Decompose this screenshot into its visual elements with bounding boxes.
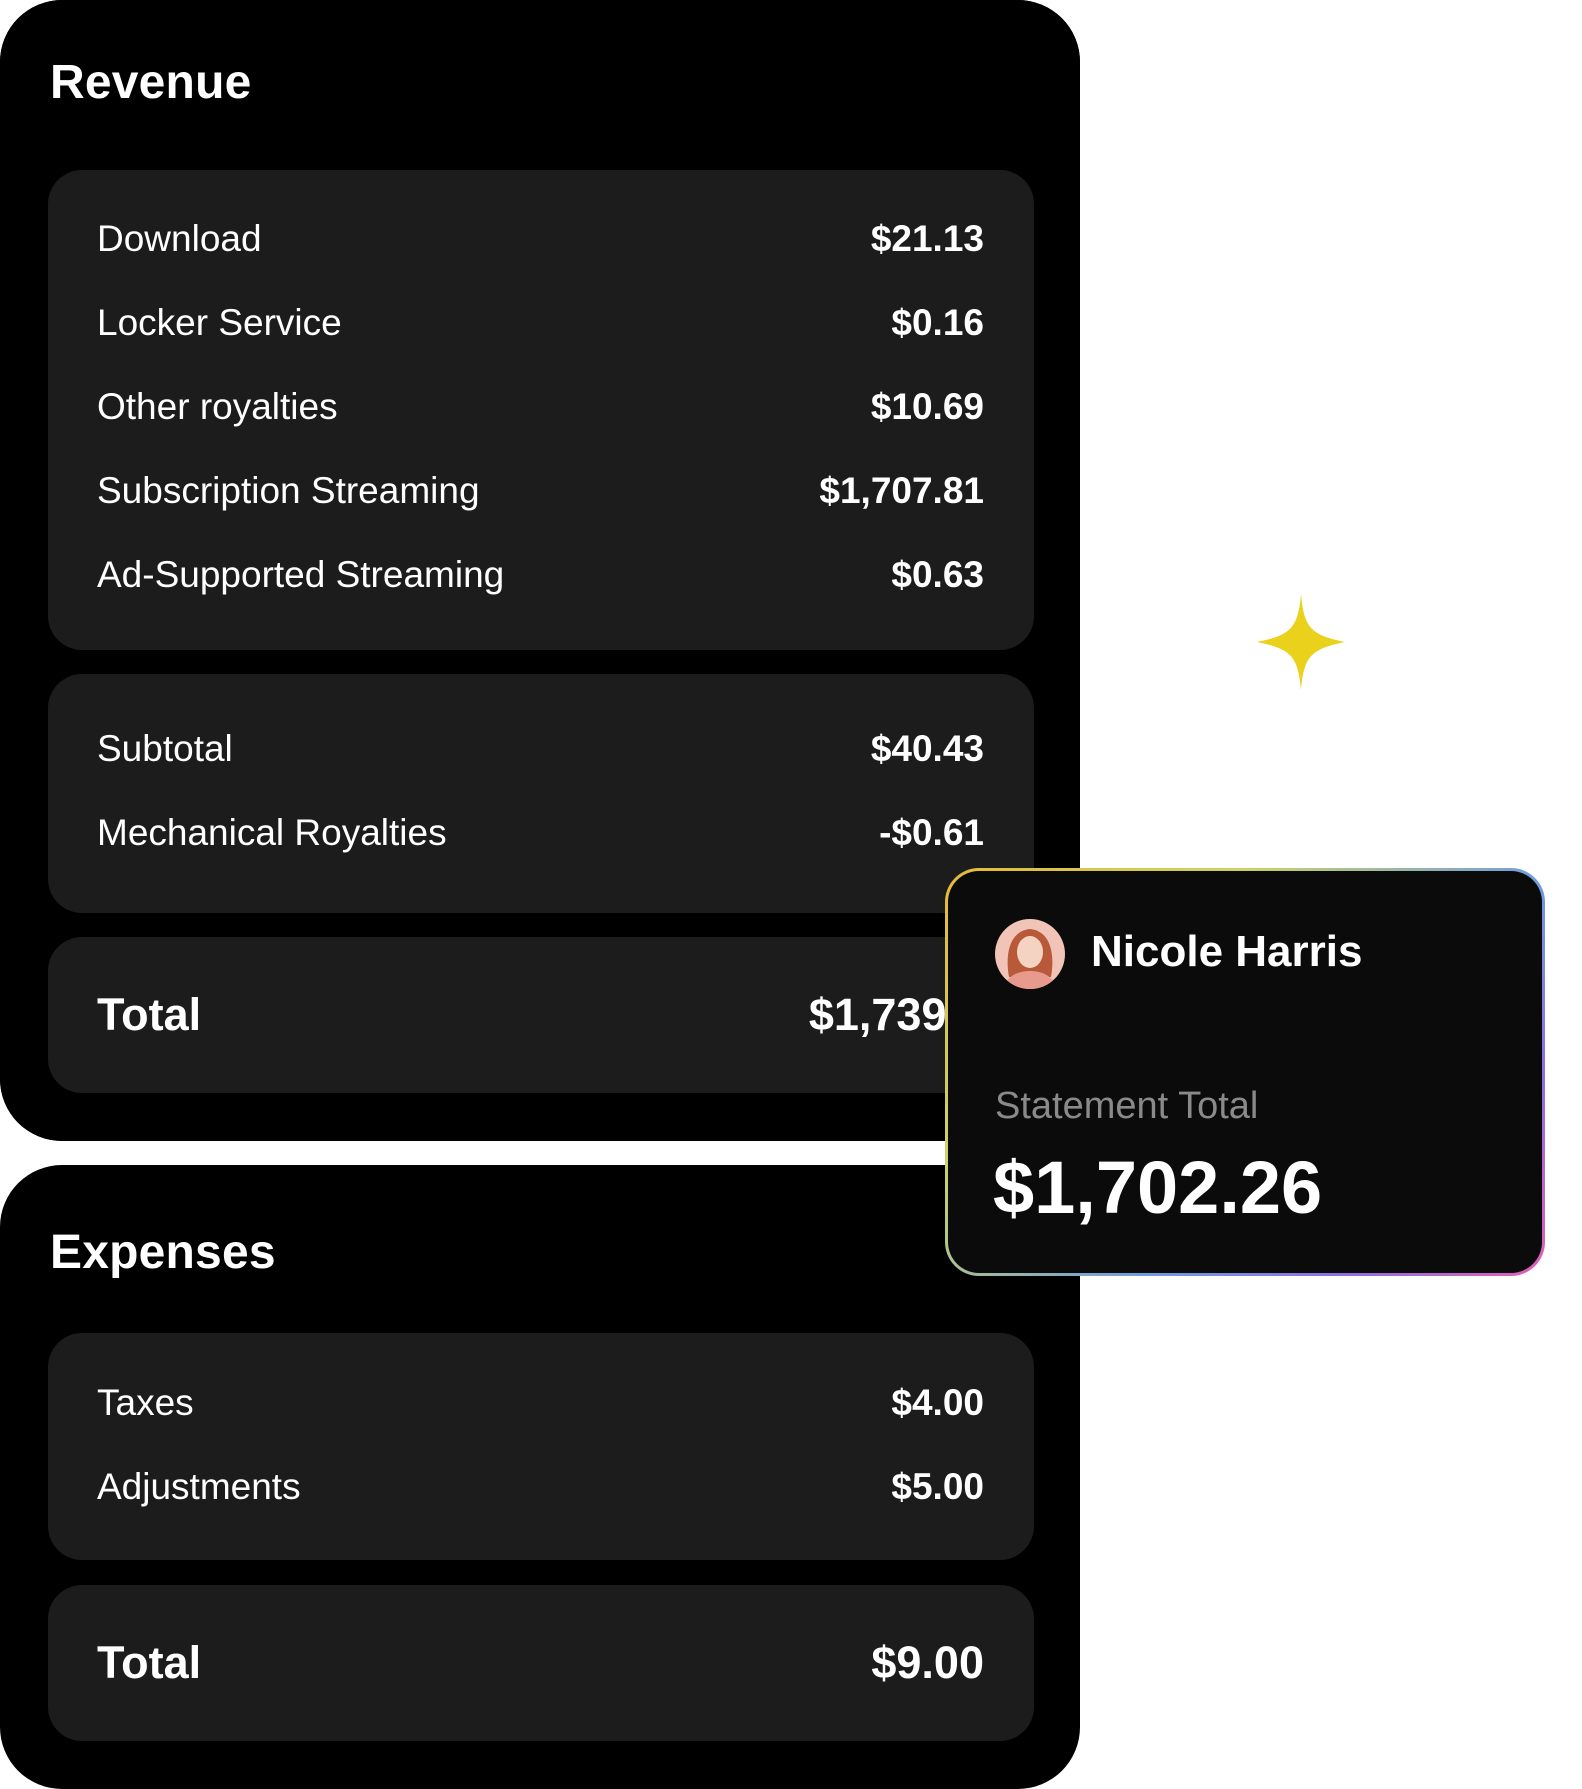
user-name: Nicole Harris <box>1091 927 1363 976</box>
statement-card-inner: Nicole Harris Statement Total $1,702.26 <box>948 871 1542 1273</box>
subtotal-value: $40.43 <box>870 728 984 769</box>
row-label: Taxes <box>97 1382 194 1423</box>
revenue-subtotal-block: Subtotal $40.43 Mechanical Royalties -$0… <box>48 674 1034 913</box>
row-label: Other royalties <box>97 386 338 427</box>
revenue-row: Download $21.13 <box>97 214 984 264</box>
revenue-title: Revenue <box>50 56 252 109</box>
expense-row-taxes: Taxes $4.00 <box>97 1378 984 1428</box>
expenses-total-value: $9.00 <box>871 1637 984 1688</box>
subtotal-row: Subtotal $40.43 <box>97 724 984 774</box>
expenses-total-label: Total <box>97 1637 202 1688</box>
statement-total-label: Statement Total <box>995 1085 1259 1127</box>
expenses-title: Expenses <box>50 1226 276 1279</box>
row-label: Adjustments <box>97 1466 301 1507</box>
expenses-items-block: Taxes $4.00 Adjustments $5.00 <box>48 1333 1034 1560</box>
revenue-total-label: Total <box>97 989 202 1040</box>
avatar-photo-icon <box>995 919 1065 989</box>
revenue-total-block: Total $1,739.8 <box>48 937 1034 1093</box>
expense-row-adjustments: Adjustments $5.00 <box>97 1462 984 1512</box>
subtotal-label: Subtotal <box>97 728 233 769</box>
row-label: Locker Service <box>97 302 342 343</box>
row-label: Ad-Supported Streaming <box>97 554 505 595</box>
row-value: $4.00 <box>891 1382 984 1423</box>
mechanical-royalties-value: -$0.61 <box>879 812 984 853</box>
expenses-total-row: Total $9.00 <box>97 1637 984 1688</box>
four-point-star-icon <box>1257 594 1345 690</box>
row-value: $21.13 <box>870 218 984 259</box>
revenue-row: Subscription Streaming $1,707.81 <box>97 466 984 516</box>
row-label: Download <box>97 218 262 259</box>
revenue-panel-content: Revenue Download $21.13 Locker Service $… <box>0 0 1080 1141</box>
revenue-row: Other royalties $10.69 <box>97 382 984 432</box>
row-value: $0.16 <box>891 302 984 343</box>
revenue-total-row: Total $1,739.8 <box>97 989 984 1040</box>
statement-total-value: $1,702.26 <box>993 1146 1323 1229</box>
statement-total-card[interactable]: Nicole Harris Statement Total $1,702.26 <box>945 868 1545 1276</box>
row-label: Subscription Streaming <box>97 470 480 511</box>
revenue-items-block: Download $21.13 Locker Service $0.16 Oth… <box>48 170 1034 650</box>
row-value: $0.63 <box>891 554 984 595</box>
expenses-panel: Expenses Taxes $4.00 Adjustments $5.00 T… <box>0 1165 1080 1789</box>
mechanical-royalties-label: Mechanical Royalties <box>97 812 447 853</box>
expenses-total-block: Total $9.00 <box>48 1585 1034 1741</box>
mechanical-royalties-row: Mechanical Royalties -$0.61 <box>97 808 984 858</box>
revenue-row: Ad-Supported Streaming $0.63 <box>97 550 984 600</box>
row-value: $10.69 <box>870 386 984 427</box>
avatar <box>995 919 1065 989</box>
row-value: $1,707.81 <box>819 470 984 511</box>
revenue-row: Locker Service $0.16 <box>97 298 984 348</box>
row-value: $5.00 <box>891 1466 984 1507</box>
